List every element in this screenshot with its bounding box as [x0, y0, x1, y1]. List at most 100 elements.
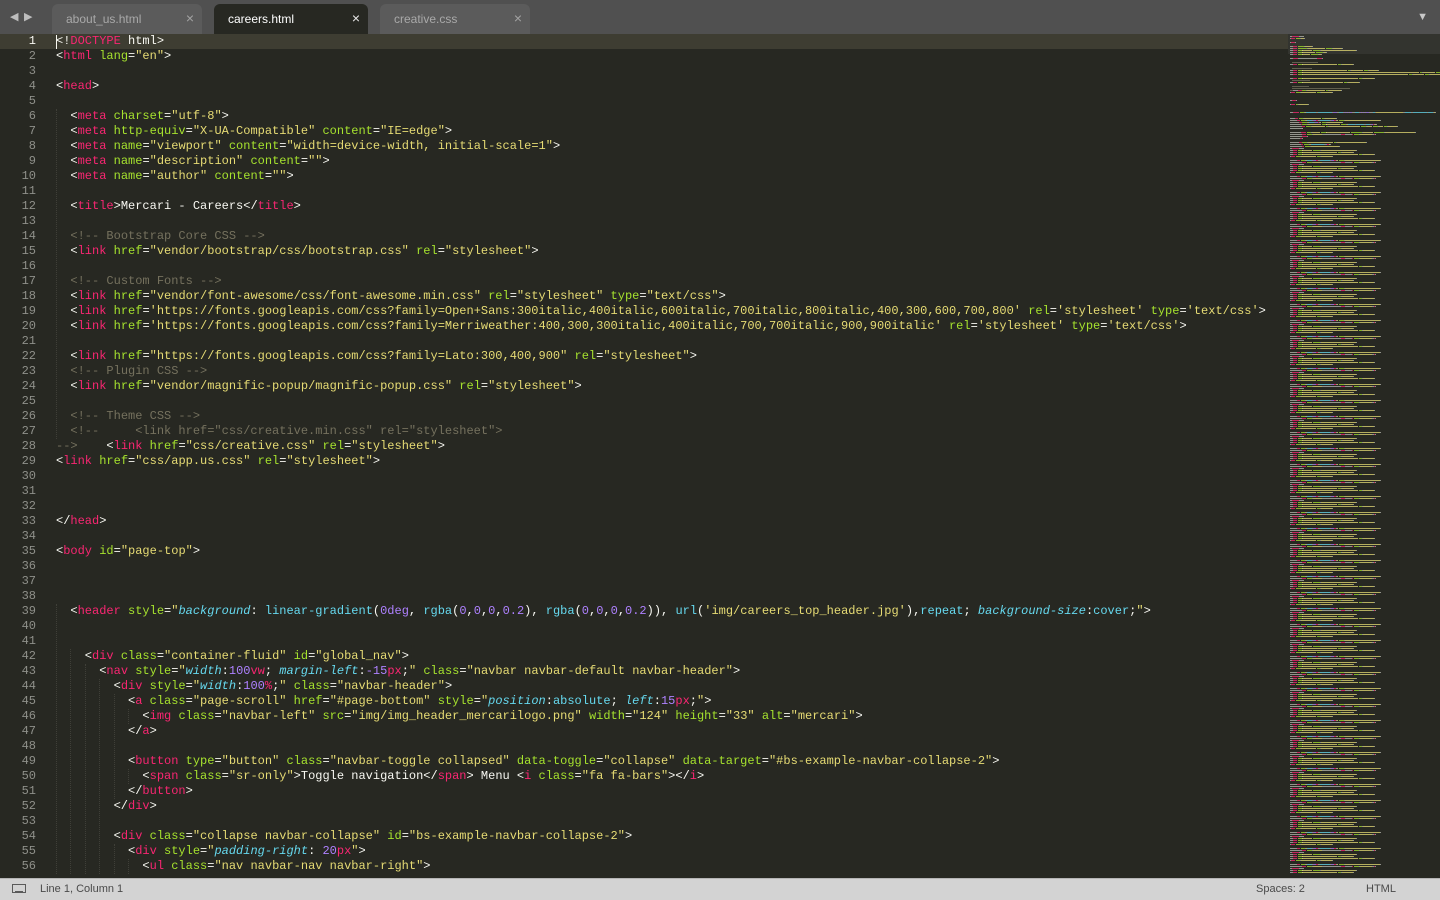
code-line[interactable]: <meta name="viewport" content="width=dev…: [56, 139, 560, 154]
code-line[interactable]: <link href="vendor/font-awesome/css/font…: [56, 289, 725, 304]
minimap-mark: [1320, 614, 1357, 615]
cursor-position[interactable]: Line 1, Column 1: [40, 883, 123, 896]
minimap-mark: [1302, 754, 1307, 755]
minimap-mark: [1292, 422, 1297, 423]
minimap-mark: [1360, 226, 1372, 227]
minimap-mark: [1291, 228, 1299, 229]
minimap-mark: [1300, 524, 1316, 525]
code-line[interactable]: <span class="sr-only">Toggle navigation<…: [56, 769, 704, 784]
code-line[interactable]: <header style="background: linear-gradie…: [56, 604, 1150, 619]
forward-arrow-icon[interactable]: ▶: [24, 10, 32, 24]
minimap-mark: [1302, 386, 1307, 387]
code-line[interactable]: <!DOCTYPE html>: [56, 34, 164, 49]
minimap-mark: [1320, 172, 1333, 173]
code-line[interactable]: <meta charset="utf-8">: [56, 109, 228, 124]
code-line[interactable]: <ul class="nav navbar-nav navbar-right">: [56, 859, 430, 874]
syntax-mode[interactable]: HTML: [1366, 883, 1396, 896]
code-line[interactable]: <!-- Bootstrap Core CSS -->: [56, 229, 264, 244]
code-line[interactable]: <div style="width:100%;" class="navbar-h…: [56, 679, 453, 694]
code-line[interactable]: </button>: [56, 784, 193, 799]
tab-menu-chevron-icon[interactable]: ▼: [1417, 11, 1428, 23]
minimap-mark: [1290, 624, 1297, 625]
code-line[interactable]: --> <link href="css/creative.css" rel="s…: [56, 439, 445, 454]
minimap-mark: [1297, 90, 1302, 91]
code-line[interactable]: <title>Mercari - Careers</title>: [56, 199, 300, 214]
minimap-mark: [1292, 78, 1297, 79]
minimap-mark: [1375, 530, 1377, 531]
minimap-mark: [1302, 450, 1307, 451]
code-line[interactable]: <div class="container-fluid" id="global_…: [56, 649, 409, 664]
code-line[interactable]: <meta http-equiv="X-UA-Compatible" conte…: [56, 124, 452, 139]
close-icon[interactable]: ×: [186, 11, 194, 25]
code-line[interactable]: <link href='https://fonts.googleapis.com…: [56, 304, 1265, 319]
minimap-mark: [1320, 236, 1333, 237]
minimap-mark: [1341, 344, 1354, 345]
minimap-mark: [1290, 134, 1303, 135]
minimap-mark: [1298, 468, 1305, 469]
minimap-mark: [1302, 362, 1359, 363]
code-line[interactable]: <link href="css/app.us.css" rel="stylesh…: [56, 454, 380, 469]
code-line[interactable]: <link href="vendor/bootstrap/css/bootstr…: [56, 244, 538, 259]
code-line[interactable]: <button type="button" class="navbar-togg…: [56, 754, 999, 769]
code-line[interactable]: <img class="navbar-left" src="img/img_he…: [56, 709, 862, 724]
minimap-mark: [1375, 210, 1377, 211]
code-editor[interactable]: 1 2 3 4 5 6 7 8 9 10 11 12 13 14 15 16 17 18 19 20 21 22 23 24 2…: [0, 34, 1288, 878]
minimap-mark: [1321, 338, 1341, 339]
minimap-mark: [1290, 588, 1295, 589]
minimap-mark: [1352, 498, 1354, 499]
minimap-mark: [1344, 562, 1353, 563]
minimap-mark: [1300, 652, 1316, 653]
code-line[interactable]: </a>: [56, 724, 157, 739]
code-line[interactable]: <!-- Theme CSS -->: [56, 409, 200, 424]
code-line[interactable]: <link href='https://fonts.googleapis.com…: [56, 319, 1186, 334]
code-line[interactable]: <!-- <link href="css/creative.min.css" r…: [56, 424, 502, 439]
minimap-mark: [1344, 816, 1381, 817]
minimap-mark: [1313, 338, 1322, 339]
code-line[interactable]: <!-- Custom Fonts -->: [56, 274, 221, 289]
minimap-mark: [1360, 626, 1372, 627]
minimap-mark: [1302, 438, 1313, 439]
back-arrow-icon[interactable]: ◀: [10, 10, 18, 24]
code-line[interactable]: <!-- Plugin CSS -->: [56, 364, 207, 379]
minimap-mark: [1332, 428, 1334, 429]
minimap-mark: [1292, 310, 1297, 311]
tab-creative-css[interactable]: creative.css ×: [380, 4, 530, 34]
indentation-setting[interactable]: Spaces: 2: [1256, 883, 1305, 896]
minimap-mark: [1291, 484, 1299, 485]
close-icon[interactable]: ×: [514, 11, 522, 25]
minimap-mark: [1290, 204, 1295, 205]
code-line[interactable]: </head>: [56, 514, 106, 529]
code-line[interactable]: <div style="padding-right: 20px">: [56, 844, 366, 859]
tab-careers[interactable]: careers.html ×: [214, 4, 368, 34]
minimap-mark: [1302, 126, 1306, 127]
minimap-viewport[interactable]: [1288, 34, 1440, 54]
minimap-mark: [1375, 370, 1377, 371]
line-number: 44: [21, 679, 36, 693]
minimap-mark: [1300, 396, 1316, 397]
code-line[interactable]: <meta name="author" content="">: [56, 169, 293, 184]
minimap-mark: [1332, 540, 1334, 541]
code-line[interactable]: </div>: [56, 799, 157, 814]
close-icon[interactable]: ×: [352, 11, 360, 25]
code-line[interactable]: <link href="https://fonts.googleapis.com…: [56, 349, 697, 364]
code-line[interactable]: <div class="collapse navbar-collapse" id…: [56, 829, 633, 844]
minimap-mark: [1302, 306, 1307, 307]
code-line[interactable]: <nav style="width:100vw; margin-left:-15…: [56, 664, 740, 679]
code-line[interactable]: <head>: [56, 79, 99, 94]
code-line[interactable]: <link href="vendor/magnific-popup/magnif…: [56, 379, 581, 394]
minimap-mark: [1375, 434, 1377, 435]
minimap-mark: [1313, 610, 1322, 611]
minimap-mark: [1320, 220, 1333, 221]
minimap-mark: [1374, 682, 1376, 683]
panel-toggle-icon[interactable]: [12, 884, 26, 893]
code-line[interactable]: <html lang="en">: [56, 49, 171, 64]
tab-about-us[interactable]: about_us.html ×: [52, 4, 202, 34]
code-line[interactable]: <a class="page-scroll" href="#page-botto…: [56, 694, 711, 709]
minimap[interactable]: [1288, 34, 1440, 878]
minimap-mark: [1302, 326, 1313, 327]
minimap-mark: [1296, 640, 1300, 641]
minimap-mark: [1320, 326, 1357, 327]
minimap-mark: [1291, 708, 1299, 709]
code-line[interactable]: <body id="page-top">: [56, 544, 200, 559]
code-line[interactable]: <meta name="description" content="">: [56, 154, 329, 169]
